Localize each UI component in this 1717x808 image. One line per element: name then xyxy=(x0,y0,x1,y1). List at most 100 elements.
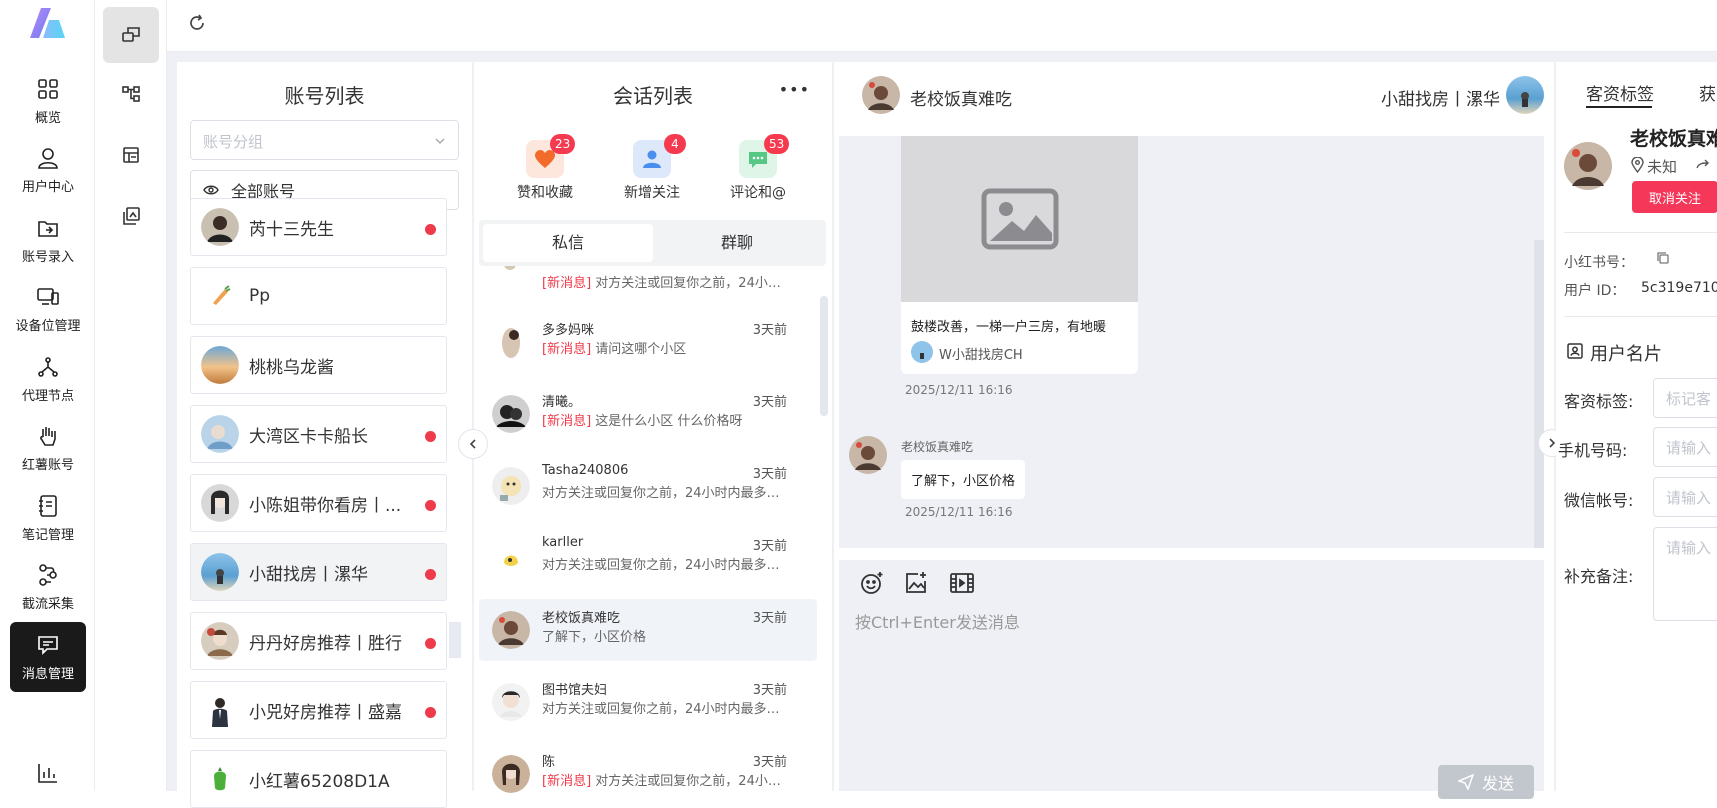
customer-tag-input[interactable]: 标记客 xyxy=(1653,378,1717,418)
conversation-preview-text: 对方关注或回复你之前，24小时... xyxy=(595,774,787,789)
conversation-item[interactable]: 图书馆夫妇 3天前 对方关注或回复你之前，24小时内最多只... xyxy=(479,671,817,733)
account-row[interactable]: 丹丹好房推荐丨胜行 xyxy=(190,612,447,670)
tab-group-chat[interactable]: 群聊 xyxy=(652,224,822,262)
notes-textarea[interactable]: 请输入 xyxy=(1653,527,1717,621)
conversation-item[interactable]: Tasha240806 3天前 对方关注或回复你之前，24小时内最多只... xyxy=(479,455,817,517)
peer-avatar[interactable] xyxy=(862,76,900,114)
account-panel-title: 账号列表 xyxy=(284,84,365,108)
conversation-preview: 对方关注或回复你之前，24小时内最多只... xyxy=(542,482,787,501)
more-options-button[interactable]: ••• xyxy=(779,80,810,99)
account-name: 芮十三先生 xyxy=(249,219,334,240)
conversation-time: 3天前 xyxy=(752,323,787,338)
account-row[interactable]: 小红薯65208D1A xyxy=(190,750,447,808)
nav-item-account-import[interactable]: 账号录入 xyxy=(10,205,86,275)
account-row[interactable]: 小兕好房推荐丨盛嘉 xyxy=(190,681,447,739)
followers-count-badge: 4 xyxy=(664,134,686,154)
account-name: 桃桃乌龙酱 xyxy=(249,357,334,378)
conversation-preview: [新消息] 对方关注或回复你之前，24小时... xyxy=(542,770,787,789)
avatar xyxy=(492,467,530,505)
avatar xyxy=(492,611,530,649)
sub-btn-list[interactable] xyxy=(103,127,159,183)
avatar xyxy=(492,539,530,577)
conversation-name: 清曦。 xyxy=(542,395,582,410)
message-area-scrollbar[interactable] xyxy=(1534,240,1544,548)
hand-icon xyxy=(40,427,56,446)
account-row[interactable]: Pp xyxy=(190,267,447,325)
category-comments[interactable]: 53 评论和@ xyxy=(708,134,808,202)
avatar xyxy=(201,484,239,522)
nav-label: 消息管理 xyxy=(21,667,74,682)
conversation-preview-text: 对方关注或回复你之前，24小时内最多只... xyxy=(542,702,787,717)
sub-btn-structure[interactable] xyxy=(103,66,159,122)
nav-item-notes-management[interactable]: 笔记管理 xyxy=(10,483,86,553)
nav-item-message-management[interactable]: 消息管理 xyxy=(10,622,86,692)
conversation-name: 多多妈咪 xyxy=(542,323,595,338)
comments-count-badge: 53 xyxy=(764,134,790,154)
wechat-input[interactable]: 请输入 xyxy=(1653,477,1717,517)
category-likes[interactable]: 23 赞和收藏 xyxy=(495,134,595,202)
tab-private-messages[interactable]: 私信 xyxy=(483,224,653,262)
chat-bubbles-icon xyxy=(122,27,140,42)
account-row[interactable]: 大湾区卡卡船长 xyxy=(190,405,447,463)
conversation-item[interactable]: 陈 3天前 [新消息] 对方关注或回复你之前，24小时... xyxy=(479,743,817,805)
account-group-select[interactable]: 账号分组 xyxy=(190,120,459,160)
chart-icon[interactable] xyxy=(35,760,61,786)
customer-avatar xyxy=(1564,142,1612,190)
nav-item-redbook-accounts[interactable]: 红薯账号 xyxy=(10,413,86,483)
phone-input[interactable]: 请输入 xyxy=(1653,427,1717,467)
refresh-icon[interactable] xyxy=(187,13,207,33)
import-icon xyxy=(38,221,58,237)
account-name: 小红薯65208D1A xyxy=(249,771,390,792)
nav-label: 概览 xyxy=(34,111,61,126)
message-input[interactable]: 按Ctrl+Enter发送消息 xyxy=(855,609,1020,633)
tab-customer-tags[interactable]: 客资标签 xyxy=(1586,80,1654,105)
image-icon xyxy=(981,188,1058,250)
sub-btn-chat[interactable] xyxy=(103,7,159,63)
nav-item-overview[interactable]: 概览 xyxy=(10,66,86,136)
note-card-timestamp: 2025/12/11 16:16 xyxy=(905,383,1013,397)
unread-dot xyxy=(425,431,436,442)
share-icon[interactable] xyxy=(1696,158,1710,172)
tab-other[interactable]: 获 xyxy=(1699,80,1716,105)
app-logo[interactable] xyxy=(27,4,69,44)
new-message-tag: [新消息] xyxy=(542,774,592,789)
add-image-icon[interactable] xyxy=(903,570,929,596)
avatar xyxy=(201,208,239,246)
account-row[interactable]: 桃桃乌龙酱 xyxy=(190,336,447,394)
tree-icon xyxy=(122,86,140,102)
sub-btn-gallery[interactable] xyxy=(103,188,159,244)
conversation-item[interactable]: 老校饭真难吃 3天前 了解下，小区价格 xyxy=(479,599,817,661)
self-avatar xyxy=(1506,76,1544,114)
copy-icon[interactable] xyxy=(1656,251,1670,265)
account-row[interactable]: 小陈姐带你看房丨... xyxy=(190,474,447,532)
message-area: 鼓楼改善，一梯一户三房，有地暖 W小甜找房CH 2025/12/11 16:16… xyxy=(839,136,1544,548)
note-card[interactable]: 鼓楼改善，一梯一户三房，有地暖 W小甜找房CH xyxy=(901,136,1138,374)
video-icon[interactable] xyxy=(949,572,975,594)
category-new-followers[interactable]: 4 新增关注 xyxy=(602,134,702,202)
account-name: Pp xyxy=(249,286,271,306)
conversation-time: 3天前 xyxy=(752,683,787,698)
account-panel: 账号列表 账号分组 全部账号 芮十三先生 Pp 桃桃乌龙酱 大湾区卡卡船长 小陈… xyxy=(177,62,472,808)
conversation-name: 图书馆夫妇 xyxy=(542,683,608,698)
chevron-left-icon xyxy=(469,439,476,449)
account-row[interactable]: 芮十三先生 xyxy=(190,198,447,256)
conversation-item-partial[interactable]: [新消息] 对方关注或回复你之前，24小时... xyxy=(479,266,817,296)
nav-item-proxy-nodes[interactable]: 代理节点 xyxy=(10,344,86,414)
conversation-item[interactable]: karller 3天前 对方关注或回复你之前，24小时内最多只... xyxy=(479,527,817,589)
account-list-scrollbar[interactable] xyxy=(449,622,461,658)
sub-rail xyxy=(95,0,167,791)
send-button[interactable]: 发送 xyxy=(1438,765,1534,799)
nav-item-flow-capture[interactable]: 截流采集 xyxy=(10,552,86,622)
emoji-icon[interactable] xyxy=(859,570,885,596)
collapse-panel-button[interactable] xyxy=(458,429,488,459)
devices-icon xyxy=(37,288,59,305)
account-row[interactable]: 小甜找房丨漯华 xyxy=(190,543,447,601)
conversation-item[interactable]: 多多妈咪 3天前 [新消息] 请问这哪个小区 xyxy=(479,311,817,373)
unfollow-button[interactable]: 取消关注 xyxy=(1632,181,1717,213)
nav-item-user-center[interactable]: 用户中心 xyxy=(10,135,86,205)
avatar xyxy=(492,683,530,721)
nav-item-device-management[interactable]: 设备位管理 xyxy=(10,274,86,344)
message-sender-name: 老校饭真难吃 xyxy=(901,440,974,454)
conversation-list-scrollbar[interactable] xyxy=(820,296,828,416)
conversation-item[interactable]: 清曦。 3天前 [新消息] 这是什么小区 什么价格呀 xyxy=(479,383,817,445)
